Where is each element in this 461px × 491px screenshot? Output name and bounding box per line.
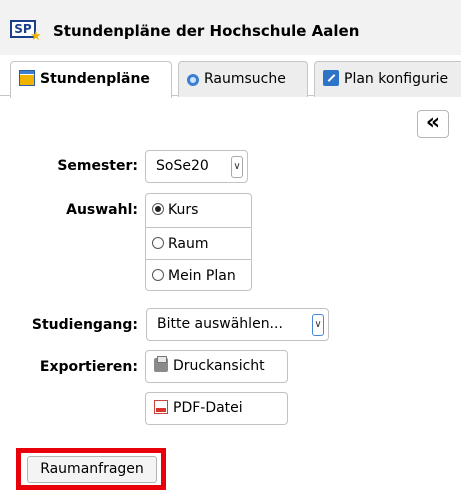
sp-logo: SP ★ [10, 20, 42, 44]
tab-label: Raumsuche [204, 71, 286, 87]
page-title: Stundenpläne der Hochschule Aalen [53, 22, 360, 40]
studiengang-label: Studiengang: [31, 317, 138, 333]
export-label: Exportieren: [39, 359, 138, 375]
tab-label: Plan konfigurie [344, 71, 449, 87]
radio-unchecked-icon [152, 269, 164, 281]
studiengang-value: Bitte auswählen... [157, 316, 283, 332]
tab-raumsuche[interactable]: Raumsuche [178, 61, 308, 97]
room-request-button[interactable]: Raumanfragen [27, 456, 157, 483]
tab-label: Stundenpläne [40, 71, 150, 87]
pdf-export-label: PDF-Datei [173, 400, 243, 416]
radio-label: Raum [168, 236, 209, 252]
pdf-file-icon [154, 400, 168, 414]
star-icon: ★ [30, 29, 42, 44]
radio-label: Mein Plan [168, 268, 236, 284]
radio-unchecked-icon [152, 237, 164, 249]
edit-icon [323, 70, 339, 86]
collapse-panel-button[interactable]: « [417, 110, 449, 138]
radio-checked-icon [152, 203, 164, 215]
app-header: SP ★ Stundenpläne der Hochschule Aalen [0, 0, 461, 55]
tab-bar: Stundenpläne Raumsuche Plan konfigurie [0, 58, 461, 98]
pdf-export-button[interactable]: PDF-Datei [145, 392, 288, 425]
radio-mein-plan[interactable]: Mein Plan [146, 259, 251, 291]
radio-raum[interactable]: Raum [146, 227, 251, 259]
timetable-icon [19, 70, 35, 86]
auswahl-radio-group: Kurs Raum Mein Plan [145, 193, 252, 291]
semester-select[interactable]: SoSe20 ∨ [145, 150, 248, 183]
tab-stundenplaene[interactable]: Stundenpläne [10, 61, 172, 98]
print-view-label: Druckansicht [173, 358, 265, 374]
search-icon [187, 74, 199, 86]
print-view-button[interactable]: Druckansicht [145, 350, 288, 383]
auswahl-label: Auswahl: [66, 202, 138, 218]
semester-label: Semester: [57, 158, 138, 174]
radio-label: Kurs [168, 202, 199, 218]
chevron-down-icon: ∨ [312, 314, 324, 336]
printer-icon [154, 356, 168, 372]
double-chevron-left-icon: « [425, 110, 441, 135]
semester-value: SoSe20 [156, 158, 209, 174]
tab-plan-konfigurieren[interactable]: Plan konfigurie [314, 61, 461, 97]
radio-kurs[interactable]: Kurs [146, 194, 251, 226]
chevron-down-icon: ∨ [231, 156, 243, 178]
studiengang-select[interactable]: Bitte auswählen... ∨ [146, 308, 329, 341]
